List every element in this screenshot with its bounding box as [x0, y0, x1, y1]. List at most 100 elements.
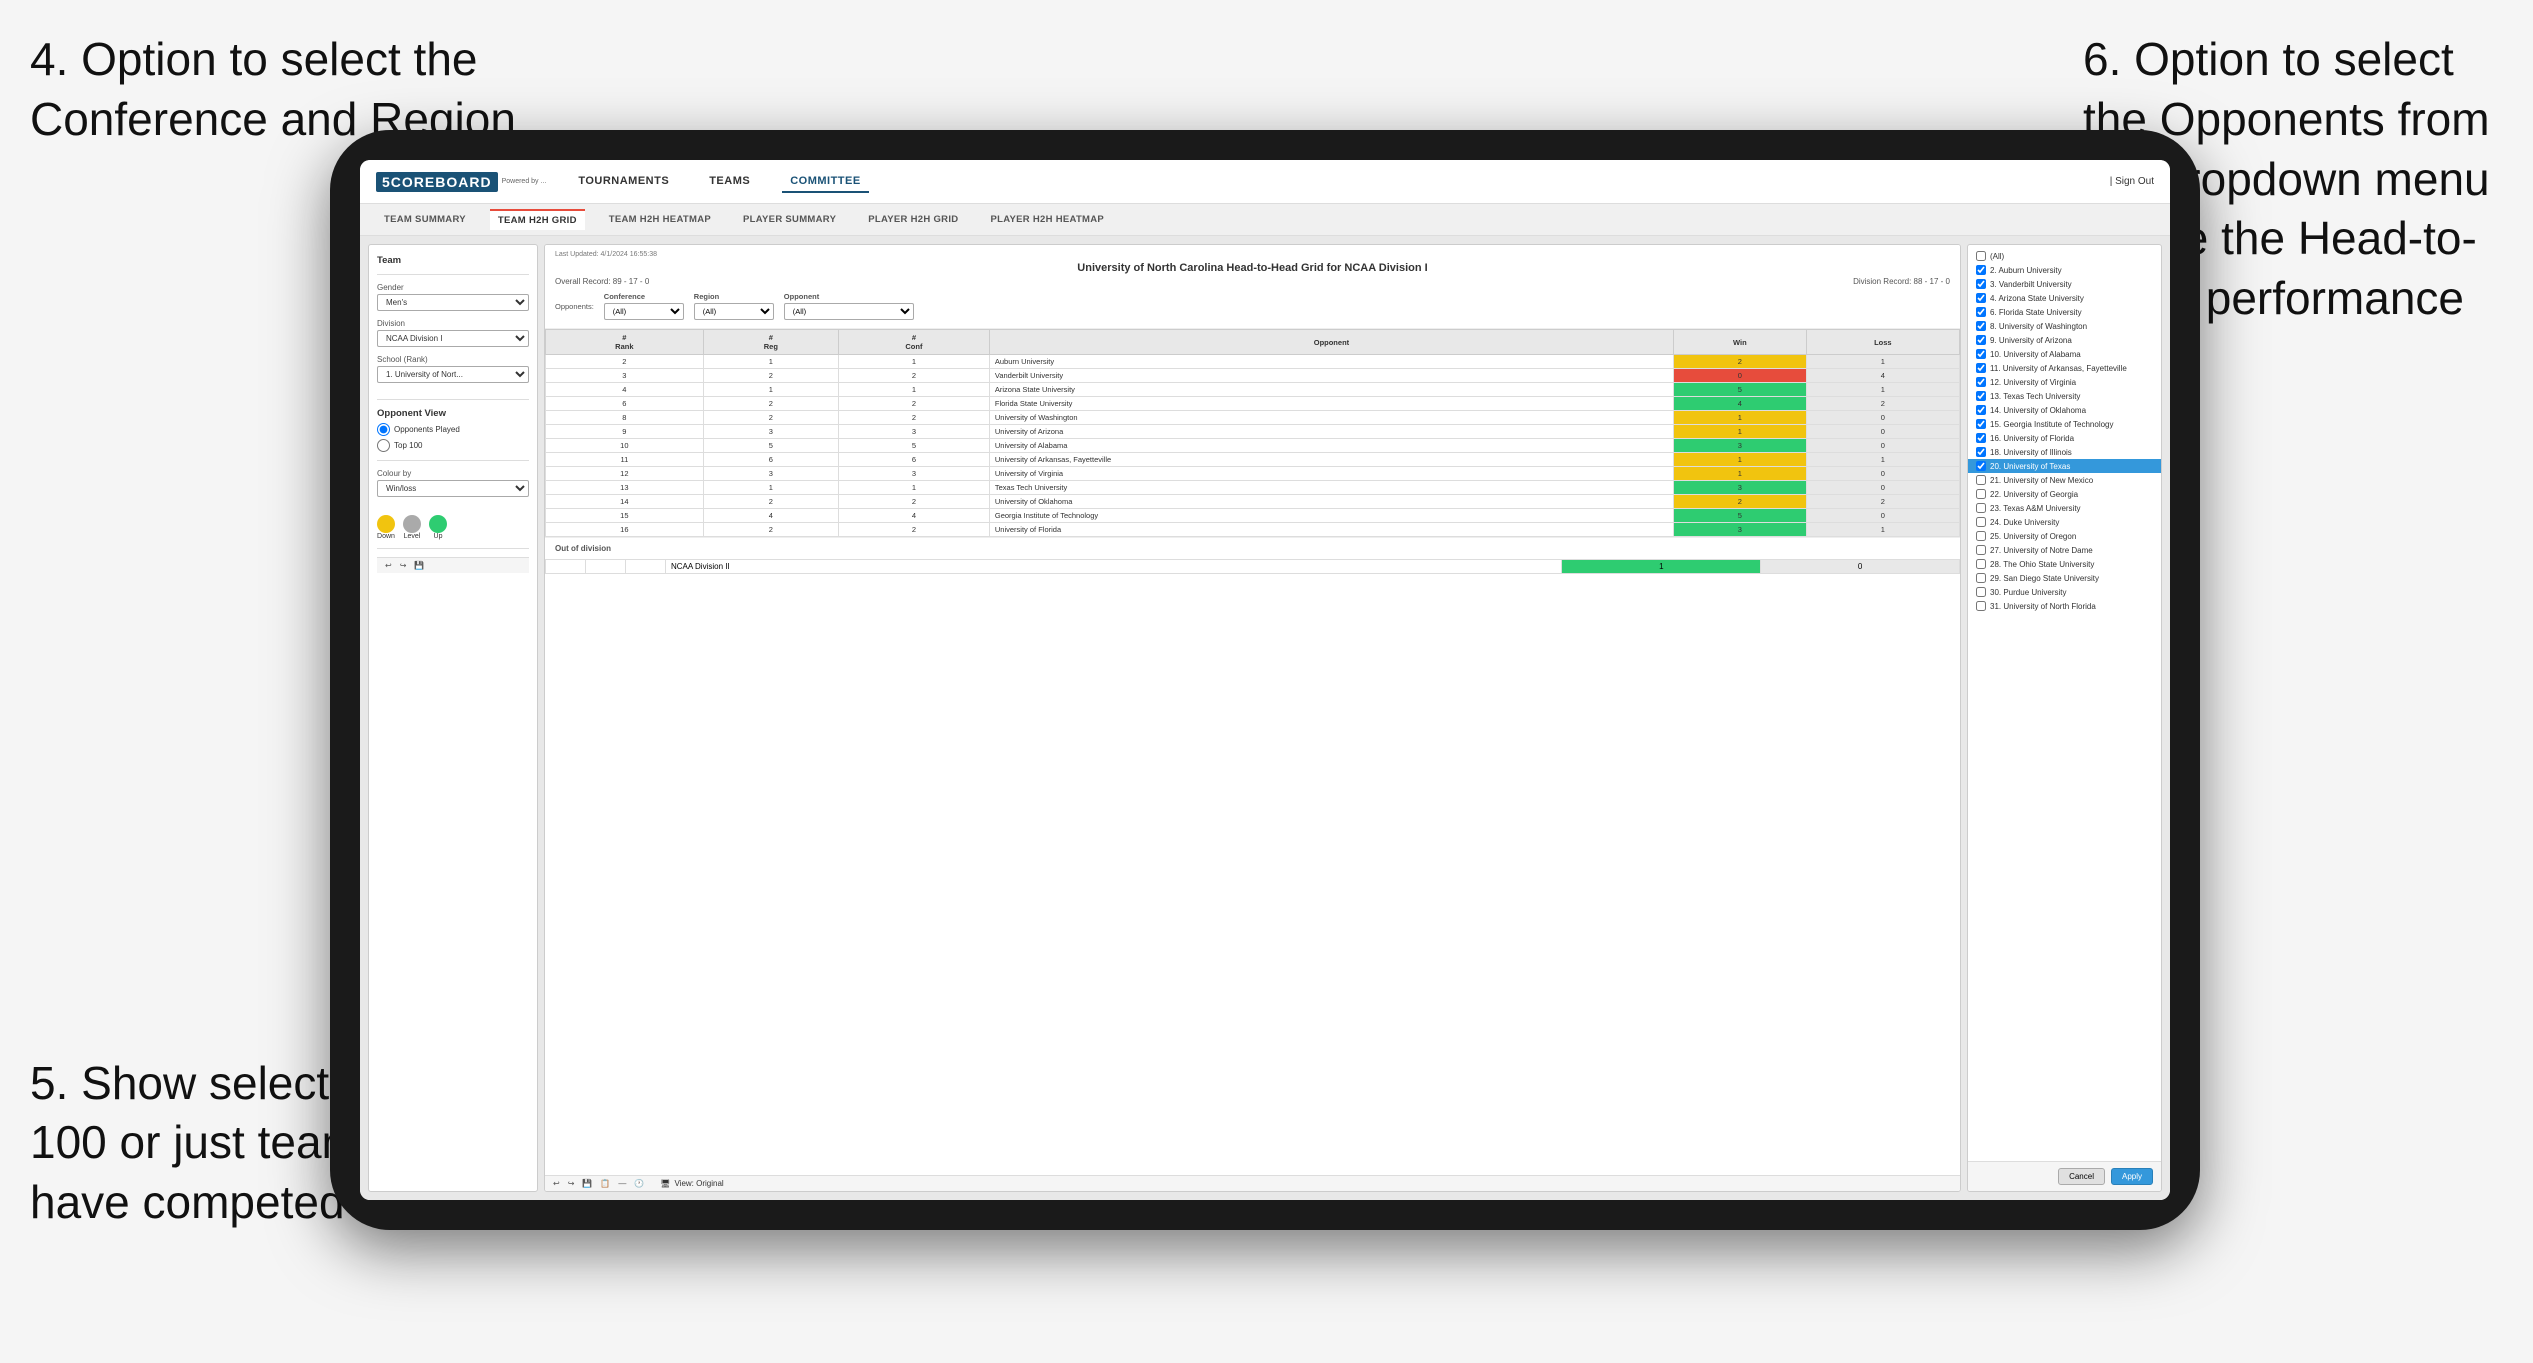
apply-button[interactable]: Apply [2111, 1168, 2153, 1185]
cell-conf: 2 [838, 397, 989, 411]
cell-loss: 2 [1806, 495, 1959, 509]
out-of-division-label: Out of division [545, 537, 1960, 559]
dropdown-item[interactable]: 12. University of Virginia [1968, 375, 2161, 389]
redo-icon[interactable]: ↪ [400, 561, 407, 570]
dropdown-item[interactable]: 27. University of Notre Dame [1968, 543, 2161, 557]
toolbar-copy[interactable]: 📋 [600, 1179, 610, 1188]
cell-opponent: University of Alabama [989, 439, 1673, 453]
cell-reg: 6 [703, 453, 838, 467]
cancel-button[interactable]: Cancel [2058, 1168, 2105, 1185]
toolbar-save[interactable]: 💾 [582, 1179, 592, 1188]
dropdown-item[interactable]: 3. Vanderbilt University [1968, 277, 2161, 291]
undo-icon[interactable]: ↩ [385, 561, 392, 570]
out-div-win: 1 [1562, 560, 1761, 574]
subnav-team-h2h-grid[interactable]: TEAM H2H GRID [490, 209, 585, 230]
opponents-filter-label: Opponents: [555, 302, 594, 311]
cell-opponent: Auburn University [989, 355, 1673, 369]
dropdown-item[interactable]: 23. Texas A&M University [1968, 501, 2161, 515]
conference-filter-group: Conference (All) [604, 292, 684, 320]
cell-opponent: Georgia Institute of Technology [989, 509, 1673, 523]
save-icon[interactable]: 💾 [414, 561, 424, 570]
dropdown-item[interactable]: 28. The Ohio State University [1968, 557, 2161, 571]
color-level-label: Level [403, 533, 421, 540]
cell-loss: 0 [1806, 481, 1959, 495]
gender-select[interactable]: Men's [377, 294, 529, 311]
cell-loss: 2 [1806, 397, 1959, 411]
toolbar-redo[interactable]: ↪ [568, 1179, 575, 1188]
col-rank: #Rank [546, 330, 704, 355]
opponent-view-label: Opponent View [377, 408, 529, 419]
dropdown-item[interactable]: 4. Arizona State University [1968, 291, 2161, 305]
table-row: 2 1 1 Auburn University 2 1 [546, 355, 1960, 369]
table-row: 11 6 6 University of Arkansas, Fayettevi… [546, 453, 1960, 467]
dropdown-item[interactable]: 6. Florida State University [1968, 305, 2161, 319]
cell-win: 1 [1674, 411, 1807, 425]
logo-sub: Powered by ... [502, 178, 547, 185]
opponent-select[interactable]: (All) [784, 303, 914, 320]
cell-win: 1 [1674, 453, 1807, 467]
records-row: Overall Record: 89 - 17 - 0 Division Rec… [555, 277, 1950, 286]
school-select[interactable]: 1. University of Nort... [377, 366, 529, 383]
out-div-name: NCAA Division II [666, 560, 1562, 574]
view-original[interactable]: 🖥 View: Original [660, 1179, 723, 1188]
opponent-dropdown-list[interactable]: (All) 2. Auburn University 3. Vanderbilt… [1968, 245, 2161, 1161]
dropdown-item[interactable]: 10. University of Alabama [1968, 347, 2161, 361]
dropdown-item[interactable]: 8. University of Washington [1968, 319, 2161, 333]
cell-rank: 3 [546, 369, 704, 383]
dropdown-item[interactable]: 20. University of Texas [1968, 459, 2161, 473]
dropdown-item[interactable]: 2. Auburn University [1968, 263, 2161, 277]
cell-reg: 2 [703, 369, 838, 383]
nav-committee[interactable]: COMMITTEE [782, 171, 869, 193]
colour-by-select[interactable]: Win/loss [377, 480, 529, 497]
grid-table: #Rank #Reg #Conf Opponent Win Loss 2 1 1… [545, 329, 1960, 537]
dropdown-item[interactable]: 11. University of Arkansas, Fayetteville [1968, 361, 2161, 375]
nav-teams[interactable]: TEAMS [701, 171, 758, 193]
subnav-player-h2h-grid[interactable]: PLAYER H2H GRID [860, 210, 966, 229]
nav-sign-out[interactable]: | Sign Out [2110, 176, 2154, 187]
radio-opponents-played[interactable]: Opponents Played [377, 423, 529, 436]
dropdown-item[interactable]: 31. University of North Florida [1968, 599, 2161, 613]
dropdown-item[interactable]: 18. University of Illinois [1968, 445, 2161, 459]
dropdown-item[interactable]: 29. San Diego State University [1968, 571, 2161, 585]
dropdown-item[interactable]: 25. University of Oregon [1968, 529, 2161, 543]
cell-rank: 11 [546, 453, 704, 467]
cell-conf: 6 [838, 453, 989, 467]
toolbar-dash: — [618, 1179, 626, 1188]
tablet-screen: 5COREBOARD Powered by ... TOURNAMENTS TE… [360, 160, 2170, 1200]
division-select[interactable]: NCAA Division I [377, 330, 529, 347]
dropdown-item[interactable]: 21. University of New Mexico [1968, 473, 2161, 487]
dropdown-item[interactable]: 22. University of Georgia [1968, 487, 2161, 501]
conference-select[interactable]: (All) [604, 303, 684, 320]
subnav-player-summary[interactable]: PLAYER SUMMARY [735, 210, 844, 229]
table-row: 14 2 2 University of Oklahoma 2 2 [546, 495, 1960, 509]
dropdown-item[interactable]: 9. University of Arizona [1968, 333, 2161, 347]
table-row: 4 1 1 Arizona State University 5 1 [546, 383, 1960, 397]
dropdown-item[interactable]: 16. University of Florida [1968, 431, 2161, 445]
cell-rank: 12 [546, 467, 704, 481]
subnav-team-summary[interactable]: TEAM SUMMARY [376, 210, 474, 229]
cell-conf: 2 [838, 523, 989, 537]
region-select[interactable]: (All) [694, 303, 774, 320]
nav-tournaments[interactable]: TOURNAMENTS [570, 171, 677, 193]
table-row: 9 3 3 University of Arizona 1 0 [546, 425, 1960, 439]
colour-by-label: Colour by [377, 469, 529, 478]
radio-top100[interactable]: Top 100 [377, 439, 529, 452]
cell-rank: 13 [546, 481, 704, 495]
cell-reg: 2 [703, 495, 838, 509]
subnav-player-h2h-heatmap[interactable]: PLAYER H2H HEATMAP [982, 210, 1112, 229]
table-row: 15 4 4 Georgia Institute of Technology 5… [546, 509, 1960, 523]
conference-label: Conference [604, 292, 684, 301]
color-dot-level [403, 515, 421, 533]
dropdown-item[interactable]: 15. Georgia Institute of Technology [1968, 417, 2161, 431]
cell-reg: 5 [703, 439, 838, 453]
dropdown-item[interactable]: 24. Duke University [1968, 515, 2161, 529]
dropdown-item[interactable]: 30. Purdue University [1968, 585, 2161, 599]
dropdown-item[interactable]: 13. Texas Tech University [1968, 389, 2161, 403]
table-row: 10 5 5 University of Alabama 3 0 [546, 439, 1960, 453]
toolbar-undo[interactable]: ↩ [553, 1179, 560, 1188]
dropdown-item[interactable]: 14. University of Oklahoma [1968, 403, 2161, 417]
cell-win: 3 [1674, 439, 1807, 453]
cell-loss: 0 [1806, 509, 1959, 523]
subnav-team-h2h-heatmap[interactable]: TEAM H2H HEATMAP [601, 210, 719, 229]
dropdown-item[interactable]: (All) [1968, 249, 2161, 263]
